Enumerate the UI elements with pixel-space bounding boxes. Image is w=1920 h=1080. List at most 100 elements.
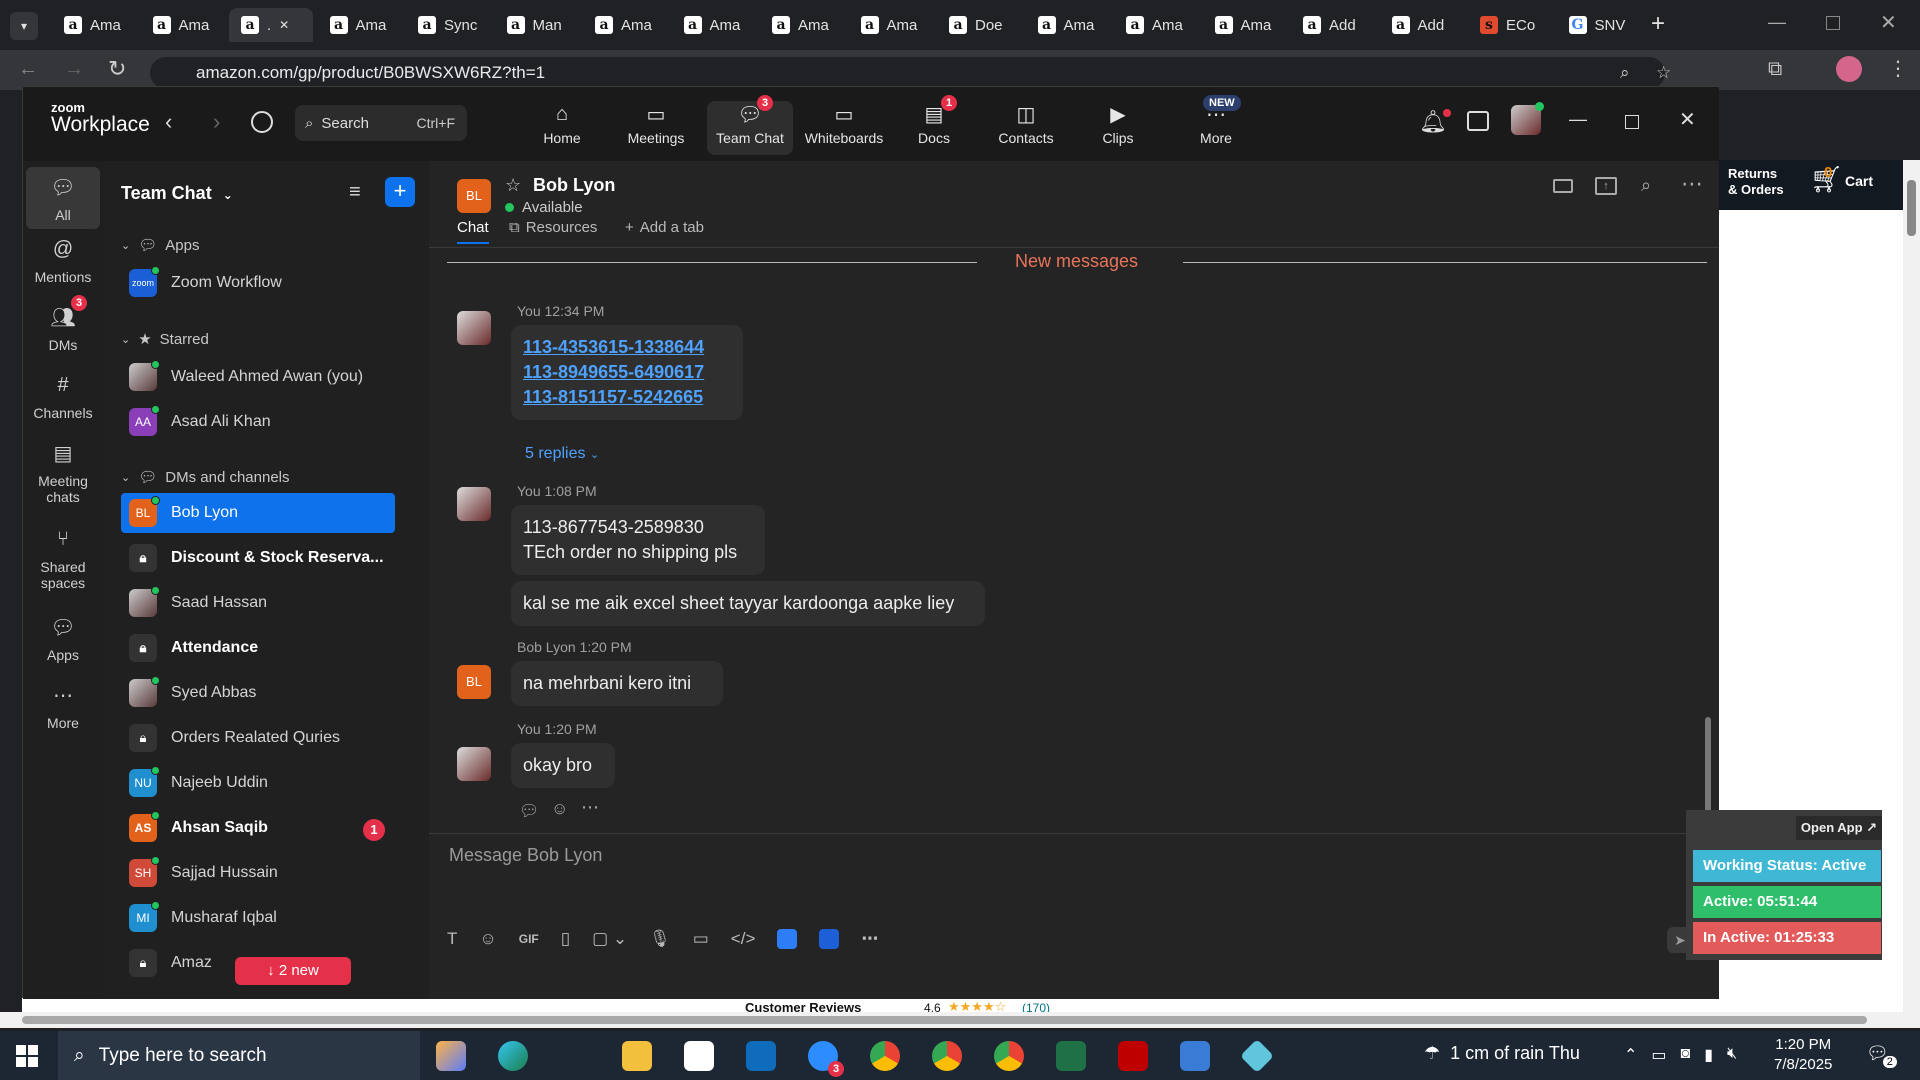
cart-link[interactable]: 🛒︎ 0 Cart: [1810, 164, 1873, 195]
reload-icon[interactable]: ↻: [108, 56, 126, 82]
browser-tab[interactable]: a Ama: [760, 8, 844, 42]
maximize-icon[interactable]: [1625, 115, 1639, 129]
browser-tab[interactable]: a Add: [1380, 8, 1464, 42]
nav-contacts[interactable]: ◫ Contacts: [983, 101, 1069, 155]
message-more-icon[interactable]: ⋯: [581, 797, 599, 818]
gif-icon[interactable]: GIF: [519, 932, 539, 946]
zoom-lens-icon[interactable]: ⌕: [1620, 57, 1630, 89]
amazon-scroll-thumb[interactable]: [1907, 180, 1916, 236]
bob-avatar[interactable]: BL: [457, 665, 491, 699]
back-icon[interactable]: ←: [18, 58, 38, 81]
new-messages-pill[interactable]: ↓ 2 new: [235, 957, 351, 985]
sidebar-title[interactable]: Team Chat ⌄: [121, 183, 233, 204]
chrome-icon[interactable]: [994, 1041, 1024, 1071]
weather-widget[interactable]: ☂ 1 cm of rain Thu: [1424, 1043, 1580, 1064]
returns-orders-link[interactable]: Returns & Orders: [1728, 166, 1784, 198]
format-text-icon[interactable]: T: [447, 929, 457, 949]
chrome-icon[interactable]: [870, 1041, 900, 1071]
forward-arrow-icon[interactable]: ›: [213, 109, 220, 135]
amazon-horizontal-scrollbar[interactable]: [0, 1012, 1920, 1028]
rail-dms[interactable]: 👥︎ 3 DMs: [26, 295, 100, 353]
sidebar-item[interactable]: 🔒︎ Discount & Stock Reserva...: [121, 538, 395, 578]
sidebar-item[interactable]: zoom Zoom Workflow: [121, 263, 395, 303]
browser-tab[interactable]: a Man: [495, 8, 579, 42]
rail-apps[interactable]: 💬︎ Apps: [26, 613, 100, 664]
calendar-icon[interactable]: [1467, 111, 1489, 131]
browser-tab[interactable]: a Ama: [672, 8, 756, 42]
sidebar-item[interactable]: AA Asad Ali Khan: [121, 402, 395, 442]
taskbar-search-box[interactable]: ⌕ Type here to search: [58, 1031, 420, 1080]
browser-tab[interactable]: a Ama: [1026, 8, 1110, 42]
minimize-browser-icon[interactable]: —: [1768, 12, 1786, 33]
rail-shared-spaces[interactable]: ⑂ Shared spaces: [26, 525, 100, 592]
browser-tab[interactable]: a Ama: [1203, 8, 1287, 42]
system-tray[interactable]: ⌃ ▭ ◙ ▮ 🔇︎: [1624, 1045, 1737, 1065]
sidebar-item[interactable]: MI Musharaf Iqbal: [121, 898, 395, 938]
sidebar-item[interactable]: 🔒︎ Orders Realated Quries: [121, 718, 395, 758]
search-box[interactable]: ⌕ Search Ctrl+F: [295, 105, 467, 141]
profile-avatar[interactable]: [1836, 56, 1862, 82]
my-avatar[interactable]: [457, 487, 491, 521]
user-avatar[interactable]: [1511, 102, 1544, 135]
rail-mentions[interactable]: @ Mentions: [26, 235, 100, 286]
address-bar[interactable]: amazon.com/gp/product/B0BWSXW6RZ?th=1 ⌕ …: [150, 57, 1671, 89]
amazon-scrollbar[interactable]: [1903, 160, 1920, 1020]
browser-tab[interactable]: a Sync: [406, 8, 490, 42]
copilot-icon[interactable]: [436, 1041, 466, 1071]
browser-menu-icon[interactable]: ⋮: [1888, 56, 1908, 81]
browser-tab[interactable]: a Ama: [141, 8, 225, 42]
nav-docs[interactable]: ▤ Docs 1: [891, 95, 977, 155]
calculator-icon[interactable]: [1180, 1041, 1210, 1071]
minimize-icon[interactable]: —: [1569, 109, 1587, 130]
nav-more[interactable]: ⋯ More NEW: [1173, 95, 1259, 155]
order-link[interactable]: 113-8151157-5242665: [523, 385, 731, 410]
sidebar-item[interactable]: Syed Abbas: [121, 673, 395, 713]
tab-chat[interactable]: Chat: [457, 219, 489, 244]
rail-channels[interactable]: # Channels: [26, 371, 100, 422]
sidebar-item[interactable]: BL Bob Lyon: [121, 493, 395, 533]
my-avatar[interactable]: [457, 311, 491, 345]
order-link[interactable]: 113-4353615-1338644: [523, 335, 731, 360]
browser-tab[interactable]: s ECo: [1468, 8, 1552, 42]
filezilla-icon[interactable]: [1118, 1041, 1148, 1071]
search-chat-icon[interactable]: ⌕: [1641, 175, 1651, 196]
video-message-icon[interactable]: ▭: [693, 929, 709, 949]
rail-meeting-chats[interactable]: ▤ Meeting chats: [26, 439, 100, 506]
star-icon[interactable]: ☆: [505, 175, 521, 196]
chrome-icon[interactable]: [932, 1041, 962, 1071]
section-dms[interactable]: ⌄ 💬︎ DMs and channels: [121, 465, 290, 489]
app-icon[interactable]: [777, 929, 798, 949]
sidebar-item[interactable]: SH Sajjad Hussain: [121, 853, 395, 893]
sidebar-item[interactable]: Saad Hassan: [121, 583, 395, 623]
chat-scrollbar-thumb[interactable]: [1705, 717, 1711, 817]
section-starred[interactable]: ⌄ ★ Starred: [121, 327, 209, 351]
close-icon[interactable]: ✕: [1679, 107, 1696, 132]
h-scroll-thumb[interactable]: [22, 1016, 1867, 1024]
browser-tab[interactable]: a Ama: [318, 8, 402, 42]
restore-browser-icon[interactable]: [1826, 16, 1840, 30]
sidebar-item[interactable]: 🔒︎ Attendance: [121, 628, 395, 668]
explorer-icon[interactable]: [622, 1041, 652, 1071]
browser-tab[interactable]: G SNV: [1557, 8, 1641, 42]
contact-avatar[interactable]: BL: [457, 179, 491, 213]
browser-tab[interactable]: a Ama: [1114, 8, 1198, 42]
browser-tab[interactable]: a Doe: [937, 8, 1021, 42]
reply-icon[interactable]: 💬︎: [519, 801, 539, 821]
history-icon[interactable]: [251, 111, 273, 133]
back-arrow-icon[interactable]: ‹: [165, 109, 172, 135]
start-button[interactable]: [16, 1045, 38, 1067]
outlook-icon[interactable]: [746, 1041, 776, 1071]
tab-resources[interactable]: ⧉ Resources: [509, 219, 597, 236]
emoji-icon[interactable]: ☺: [479, 929, 496, 949]
notification-center-icon[interactable]: 💬︎ 2: [1866, 1043, 1897, 1068]
rail-more[interactable]: ⋯ More: [26, 681, 100, 732]
excel-icon[interactable]: [1056, 1041, 1086, 1071]
tab-add[interactable]: + Add a tab: [625, 219, 704, 236]
video-call-icon[interactable]: [1553, 179, 1573, 193]
forward-icon[interactable]: →: [64, 58, 84, 81]
tab-search-button[interactable]: ▾: [10, 12, 38, 40]
order-link[interactable]: 113-8949655-6490617: [523, 360, 731, 385]
nav-team-chat[interactable]: 💬︎ Team Chat 3: [707, 95, 793, 155]
compose-button[interactable]: +: [385, 177, 415, 207]
screenshot-icon[interactable]: ▢ ⌄: [592, 929, 627, 949]
